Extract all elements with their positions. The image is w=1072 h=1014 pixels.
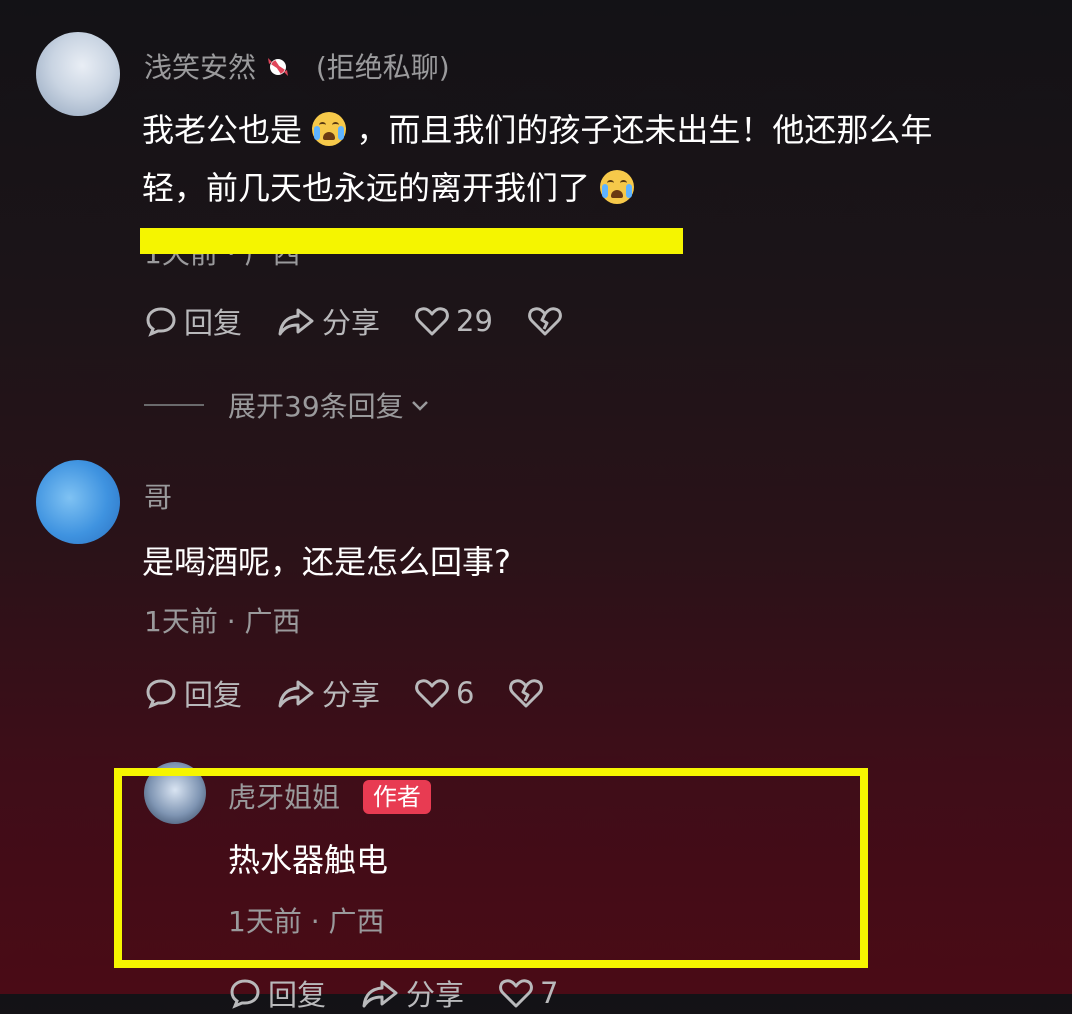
crying-emoji-icon — [312, 112, 347, 146]
divider-line — [144, 404, 204, 406]
avatar[interactable] — [36, 32, 120, 116]
like-button[interactable]: 29 — [414, 304, 493, 338]
comment-text-line2: 轻，前几天也永远的离开我们了 — [142, 160, 635, 216]
comment-actions: 回复 分享 7 — [228, 972, 592, 1014]
username[interactable]: 浅笑安然 (拒绝私聊) — [144, 46, 450, 86]
reply-button[interactable]: 回复 — [144, 672, 242, 714]
comment-text-part: 轻，前几天也永远的离开我们了 — [142, 169, 591, 207]
username-suffix: (拒绝私聊) — [315, 51, 450, 84]
crying-emoji-icon — [600, 170, 635, 204]
reply-bubble-icon — [230, 979, 260, 1009]
reply-label: 回复 — [184, 678, 243, 712]
reply-button[interactable]: 回复 — [144, 300, 242, 342]
comment-actions: 回复 分享 29 — [144, 300, 603, 342]
username[interactable]: 哥 — [144, 476, 172, 516]
share-arrow-icon — [362, 980, 398, 1008]
dislike-button[interactable] — [527, 304, 569, 338]
share-label: 分享 — [322, 306, 381, 340]
comment-actions: 回复 分享 6 — [144, 672, 584, 714]
reply-label: 回复 — [268, 978, 327, 1012]
broken-heart-icon — [528, 307, 562, 336]
like-count: 29 — [456, 304, 493, 338]
reply-button[interactable]: 回复 — [228, 972, 326, 1014]
highlight-bar — [140, 228, 683, 254]
share-arrow-icon — [278, 308, 314, 336]
avatar[interactable] — [36, 460, 120, 544]
highlight-box — [114, 768, 868, 968]
comment-text-part: 我老公也是 — [142, 111, 303, 149]
broken-heart-icon — [509, 679, 544, 708]
heart-icon — [415, 307, 449, 336]
like-count: 6 — [456, 676, 475, 710]
share-button[interactable]: 分享 — [276, 300, 380, 342]
reply-bubble-icon — [146, 307, 176, 337]
share-arrow-icon — [278, 680, 314, 708]
share-button[interactable]: 分享 — [360, 972, 464, 1014]
heart-icon — [415, 679, 449, 708]
reply-label: 回复 — [184, 306, 243, 340]
like-button[interactable]: 7 — [498, 976, 558, 1010]
share-button[interactable]: 分享 — [276, 672, 380, 714]
dislike-button[interactable] — [508, 676, 550, 710]
comment-text: 我老公也是 ，而且我们的孩子还未出生！他还那么年 — [142, 102, 932, 158]
comment-text-part: ，而且我们的孩子还未出生！他还那么年 — [356, 111, 933, 149]
share-label: 分享 — [406, 978, 465, 1012]
reply-bubble-icon — [146, 679, 176, 709]
share-label: 分享 — [322, 678, 381, 712]
heart-icon — [499, 979, 533, 1008]
like-count: 7 — [540, 976, 559, 1010]
comment-text: 是喝酒呢，还是怎么回事? — [142, 543, 511, 581]
expand-replies-button[interactable]: 展开39条回复 — [144, 385, 432, 425]
like-button[interactable]: 6 — [414, 676, 474, 710]
username-text: 浅笑安然 — [144, 51, 257, 84]
expand-replies-label: 展开39条回复 — [228, 390, 404, 423]
comment-meta: 1天前 · 广西 — [144, 605, 301, 638]
chevron-down-icon — [411, 401, 428, 411]
candy-icon — [265, 54, 291, 80]
